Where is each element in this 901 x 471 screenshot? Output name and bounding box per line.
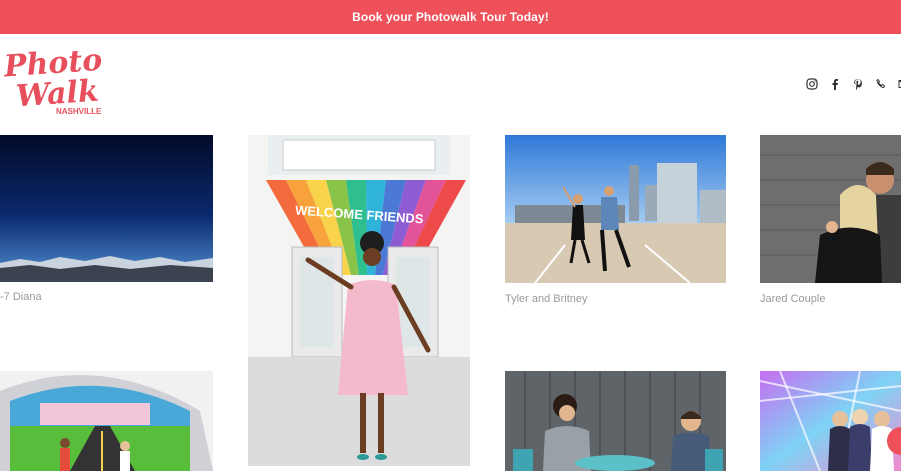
gallery-photo-family[interactable] bbox=[505, 371, 726, 471]
rooftop-couple-image bbox=[505, 135, 726, 283]
gallery-photo-tyler-britney[interactable] bbox=[505, 135, 726, 283]
facebook-icon[interactable] bbox=[829, 78, 841, 90]
caption-diana[interactable]: -7 Diana bbox=[0, 291, 42, 303]
mural-road-image bbox=[0, 371, 213, 471]
mountain-sky-image bbox=[0, 135, 213, 282]
phone-icon[interactable] bbox=[875, 78, 887, 90]
promo-banner[interactable]: Book your Photowalk Tour Today! bbox=[0, 0, 901, 34]
promo-banner-link[interactable]: Book your Photowalk Tour Today! bbox=[352, 10, 549, 24]
photowalk-logo[interactable]: Photo Walk NASHVILLE bbox=[0, 43, 112, 120]
social-links bbox=[806, 78, 901, 90]
welcome-mural-image: WELCOME FRIENDS bbox=[248, 135, 470, 466]
family-table-image bbox=[505, 371, 726, 471]
logo-sub: NASHVILLE bbox=[56, 107, 102, 116]
gallery-photo-diana[interactable] bbox=[0, 135, 213, 282]
instagram-icon[interactable] bbox=[806, 78, 818, 90]
gallery-photo-mural-road[interactable] bbox=[0, 371, 213, 471]
logo-mark: Photo Walk NASHVILLE bbox=[2, 43, 103, 116]
couple-brick-wall-image bbox=[760, 135, 901, 283]
caption-jared-couple[interactable]: Jared Couple bbox=[760, 293, 825, 305]
caption-tyler-britney[interactable]: Tyler and Britney bbox=[505, 293, 588, 305]
gallery-photo-jared-couple[interactable] bbox=[760, 135, 901, 283]
gallery-photo-neon-room[interactable] bbox=[760, 371, 901, 471]
neon-room-image bbox=[760, 371, 901, 471]
pinterest-icon[interactable] bbox=[852, 78, 864, 90]
gallery-photo-welcome-friends[interactable]: WELCOME FRIENDS bbox=[248, 135, 470, 466]
